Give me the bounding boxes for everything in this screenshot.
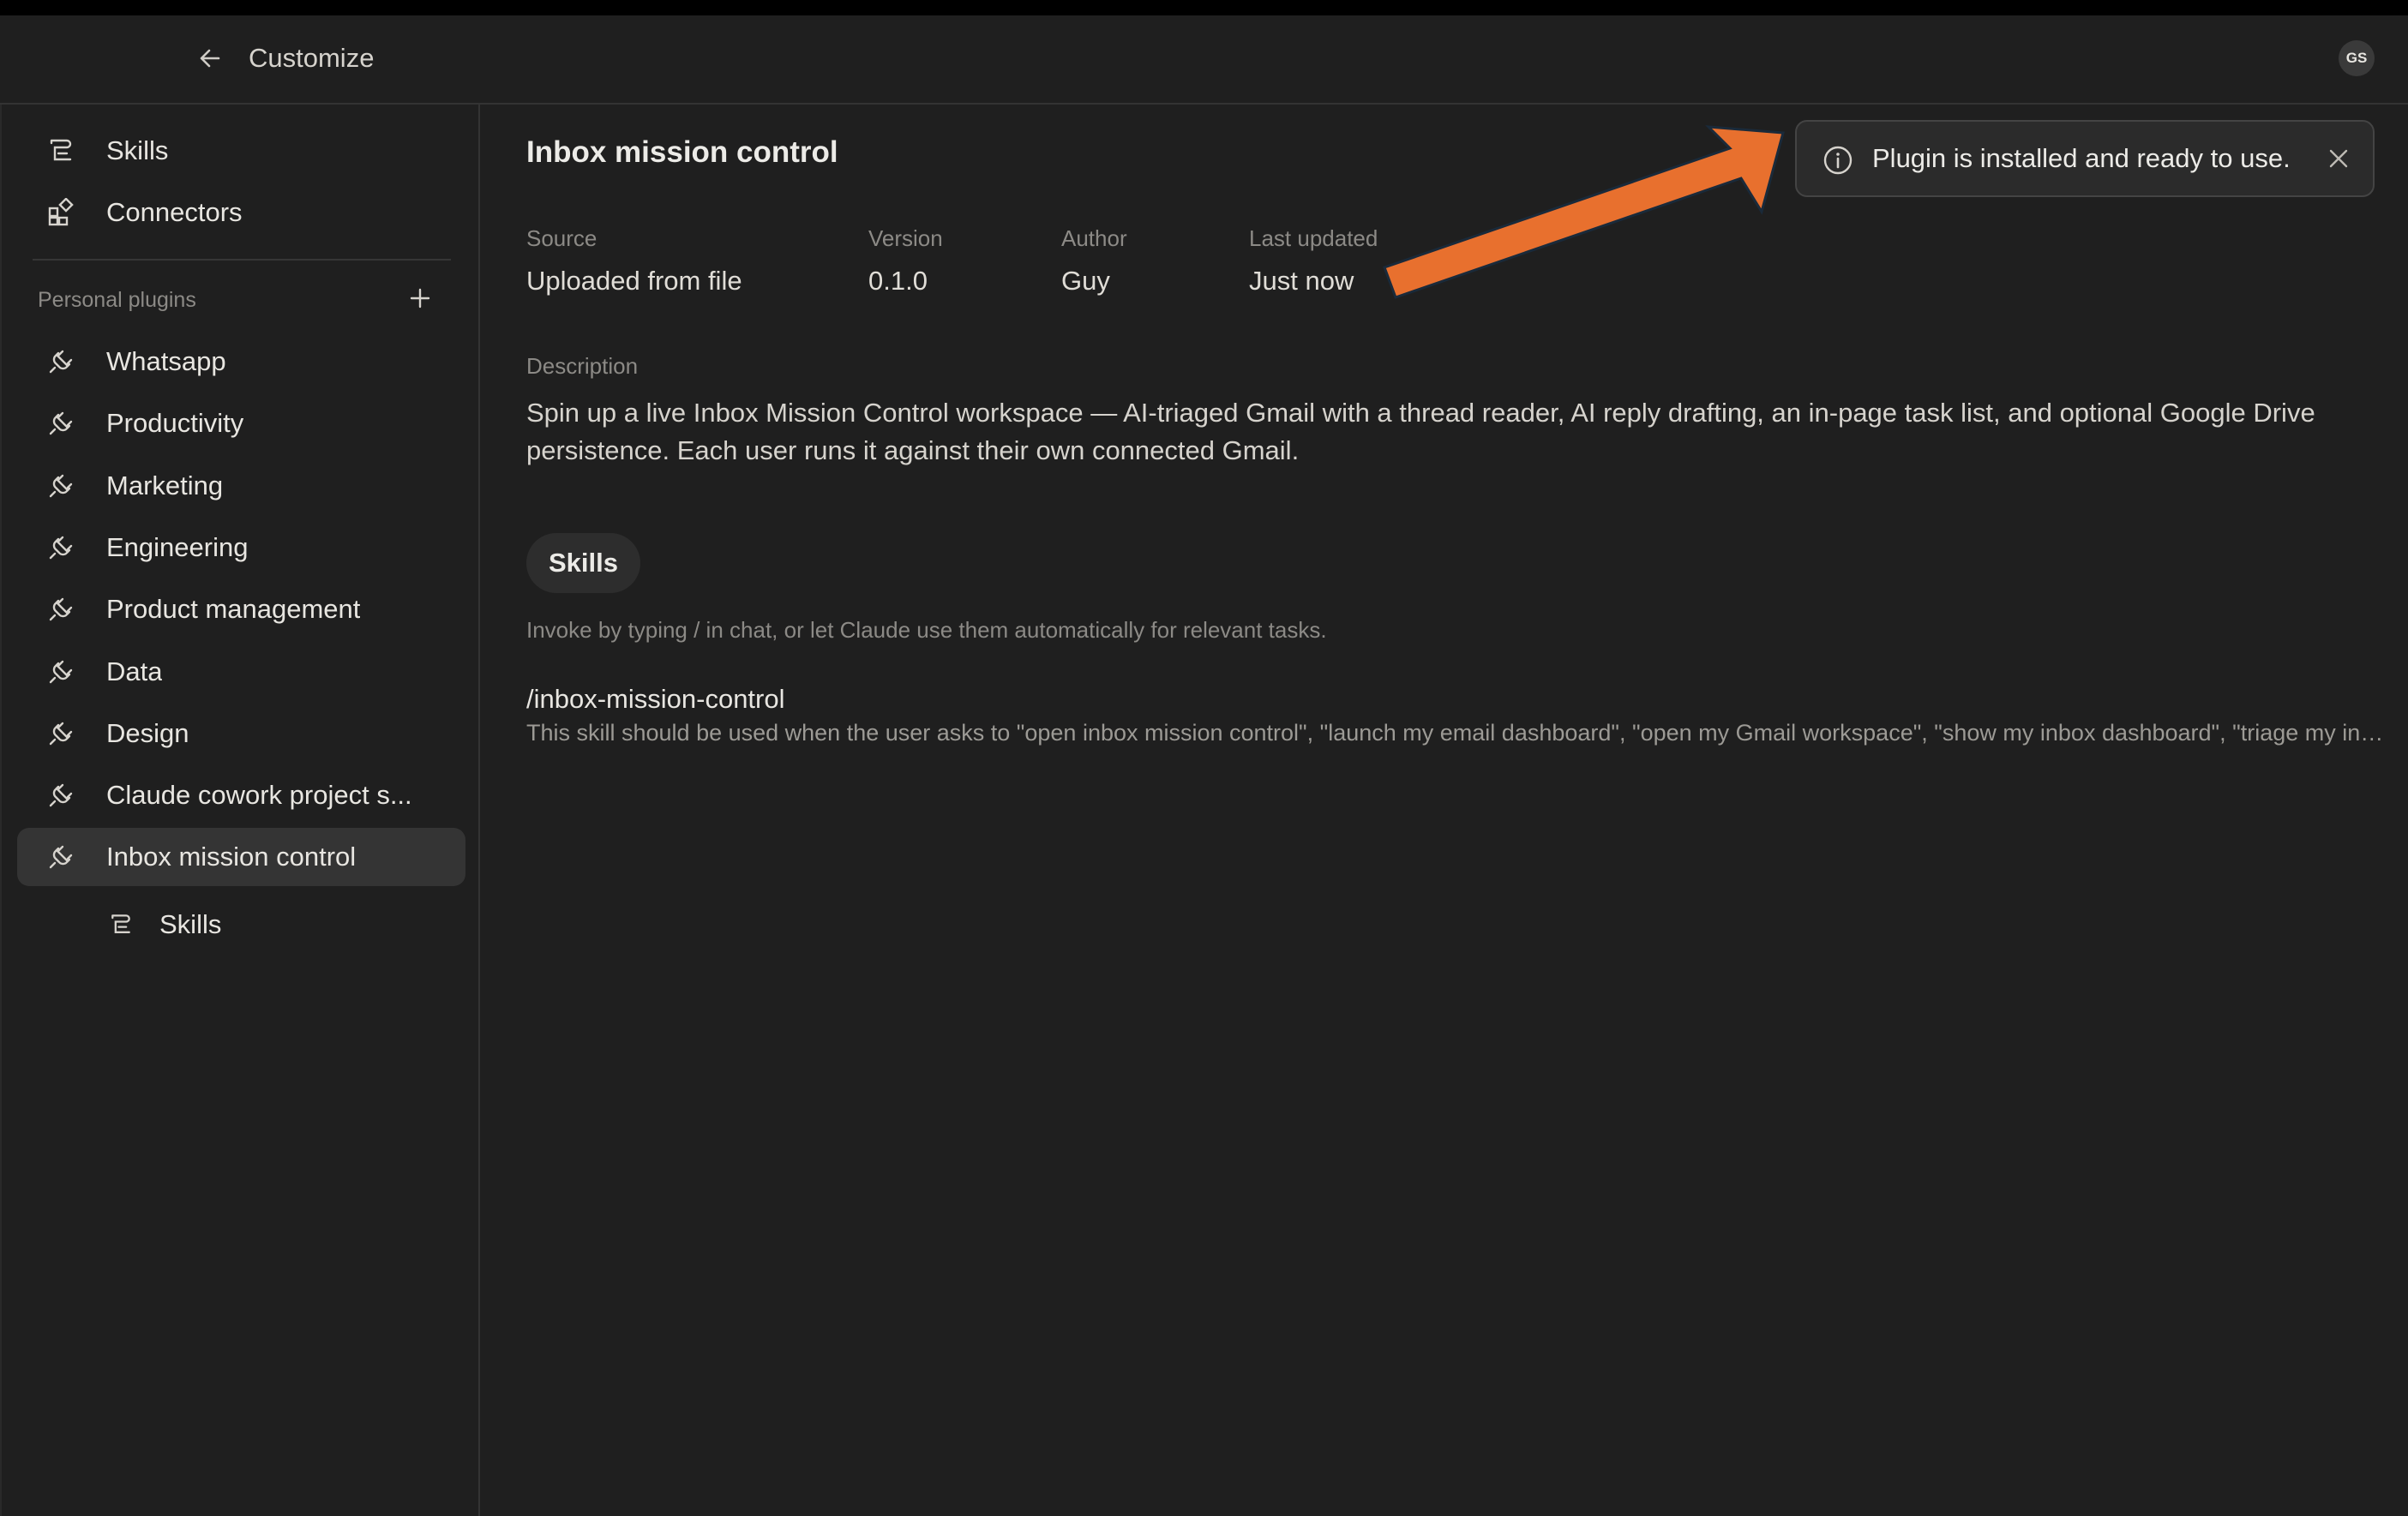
plug-icon — [46, 842, 75, 872]
skills-icon — [106, 910, 135, 939]
meta-source: Source Uploaded from file — [526, 223, 742, 298]
description-text: Spin up a live Inbox Mission Control wor… — [526, 398, 2315, 465]
sidebar-item-plugin[interactable]: Data — [17, 643, 465, 701]
header-bar: Customize GS — [0, 15, 2408, 105]
section-label-personal-plugins: Personal plugins — [38, 288, 196, 312]
sidebar-item-label: Product management — [106, 594, 361, 624]
sidebar-item-label: Data — [106, 656, 163, 686]
toast-message: Plugin is installed and ready to use. — [1872, 143, 2291, 173]
meta-author: Author Guy — [1061, 223, 1127, 298]
plug-icon — [46, 595, 75, 624]
plug-icon — [46, 781, 75, 810]
description-label: Description — [526, 353, 639, 379]
sidebar-item-label: Marketing — [106, 470, 224, 500]
plugin-detail-panel: Inbox mission control Source Uploaded fr… — [482, 105, 2408, 1516]
sidebar-divider — [33, 259, 451, 261]
meta-label: Last updated — [1249, 225, 1378, 251]
sidebar-item-plugin[interactable]: Whatsapp — [17, 333, 465, 391]
meta-version: Version 0.1.0 — [868, 223, 943, 298]
skill-description: This skill should be used when the user … — [526, 720, 2395, 746]
sidebar-item-plugin[interactable]: Marketing — [17, 457, 465, 515]
header-title: Customize — [249, 43, 375, 73]
meta-value: Guy — [1061, 266, 1110, 296]
sidebar-item-label: Inbox mission control — [106, 842, 357, 872]
sidebar-subitem-skills[interactable]: Skills — [17, 896, 465, 954]
plug-icon — [46, 719, 75, 748]
meta-label: Source — [526, 225, 597, 251]
sidebar-item-plugin[interactable]: Productivity — [17, 394, 465, 452]
tab-skills[interactable]: Skills — [526, 533, 640, 593]
sidebar-item-label: Design — [106, 718, 189, 748]
add-plugin-button[interactable] — [403, 281, 437, 315]
arrow-left-icon — [200, 49, 220, 68]
sidebar-item-label: Claude cowork project s... — [106, 780, 412, 810]
meta-label: Author — [1061, 225, 1127, 251]
sidebar-item-skills[interactable]: Skills — [17, 122, 465, 180]
sidebar-item-label: Skills — [106, 135, 169, 165]
window-top-strip — [0, 0, 2408, 15]
sidebar-item-plugin[interactable]: Inbox mission control — [17, 828, 465, 886]
sidebar-item-label: Connectors — [106, 197, 243, 227]
back-button[interactable] — [193, 41, 227, 75]
info-icon — [1823, 146, 1853, 175]
plug-icon — [46, 471, 75, 500]
sidebar-item-label: Whatsapp — [106, 346, 226, 376]
sidebar-item-plugin[interactable]: Engineering — [17, 518, 465, 577]
close-icon — [2329, 149, 2348, 168]
meta-value: 0.1.0 — [868, 266, 928, 296]
meta-value: Uploaded from file — [526, 266, 742, 296]
plug-icon — [46, 347, 75, 376]
plug-icon — [46, 657, 75, 686]
sidebar-item-label: Engineering — [106, 532, 249, 562]
plug-icon — [46, 533, 75, 562]
invoke-hint: Invoke by typing / in chat, or let Claud… — [526, 617, 1327, 643]
sidebar-item-connectors[interactable]: Connectors — [17, 183, 465, 242]
plus-icon — [410, 288, 430, 309]
meta-label: Version — [868, 225, 943, 251]
sidebar-item-plugin[interactable]: Product management — [17, 580, 465, 638]
sidebar: Skills Connectors Personal plugins Whats… — [0, 105, 480, 1516]
sidebar-item-plugin[interactable]: Claude cowork project s... — [17, 766, 465, 824]
meta-last-updated: Last updated Just now — [1249, 223, 1378, 298]
sidebar-item-plugin[interactable]: Design — [17, 704, 465, 763]
sidebar-item-label: Skills — [159, 909, 222, 939]
close-toast-button[interactable] — [2323, 143, 2354, 174]
skills-icon — [46, 136, 75, 165]
plug-icon — [46, 409, 75, 438]
avatar[interactable]: GS — [2339, 40, 2375, 76]
page-title: Inbox mission control — [526, 135, 838, 169]
sidebar-item-label: Productivity — [106, 408, 244, 438]
connectors-icon — [46, 198, 75, 227]
meta-value: Just now — [1249, 266, 1354, 296]
skill-command[interactable]: /inbox-mission-control — [526, 684, 785, 715]
toast-notification: Plugin is installed and ready to use. — [1795, 120, 2375, 197]
